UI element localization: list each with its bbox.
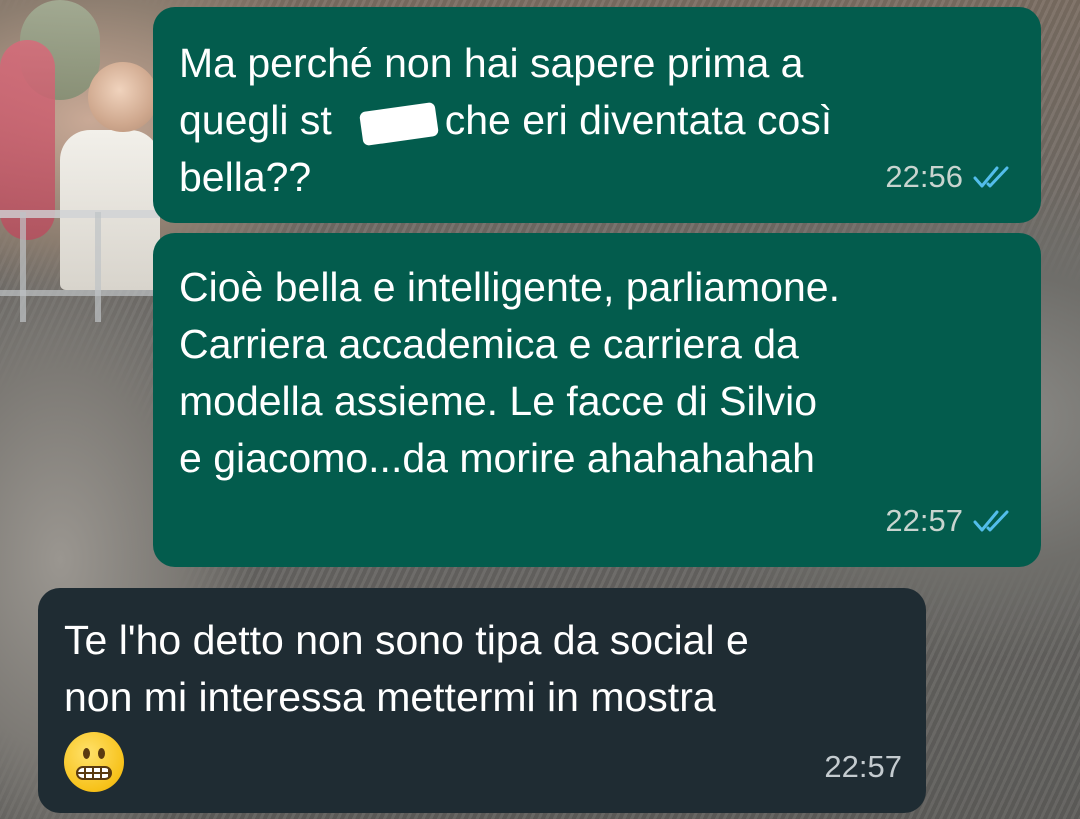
- message-time: 22:56: [885, 159, 963, 194]
- message-time: 22:57: [824, 749, 902, 784]
- message-text: Cioè bella e intelligente, parliamone. C…: [179, 264, 840, 481]
- outgoing-message[interactable]: Ma perché non hai sapere prima a quegli …: [153, 7, 1041, 223]
- message-meta: 22:57: [824, 738, 902, 795]
- double-check-icon: [973, 510, 1009, 531]
- grimacing-face-icon: [64, 732, 124, 793]
- incoming-message[interactable]: Te l'ho detto non sono tipa da social e …: [38, 588, 926, 813]
- message-meta: 22:57: [885, 492, 1017, 549]
- grimacing-face-emoji: [64, 730, 900, 793]
- double-check-icon: [973, 166, 1009, 187]
- message-meta: 22:56: [885, 148, 1017, 205]
- message-text: Te l'ho detto non sono tipa da social e …: [64, 617, 749, 720]
- message-time: 22:57: [885, 503, 963, 538]
- outgoing-message[interactable]: Cioè bella e intelligente, parliamone. C…: [153, 233, 1041, 567]
